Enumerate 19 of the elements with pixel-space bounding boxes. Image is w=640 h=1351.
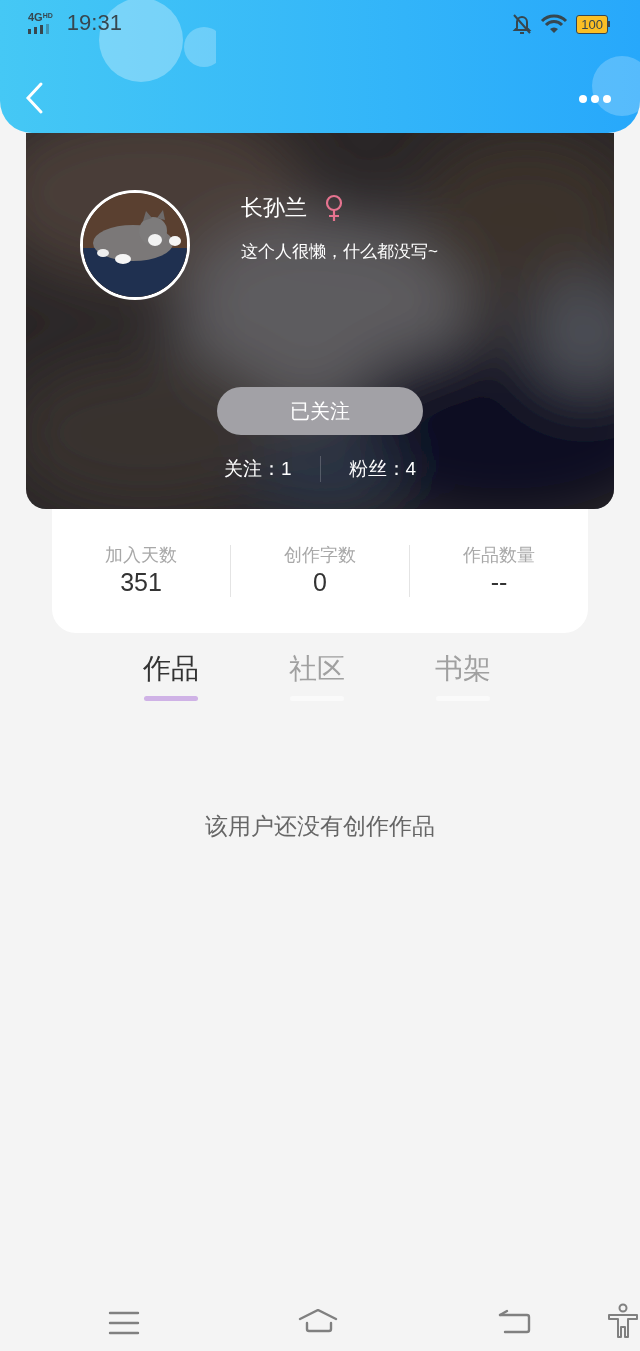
network-label: 4G [28,12,43,23]
stat-value: 351 [120,566,162,598]
accessibility-button[interactable] [606,1303,640,1341]
stat-label: 创作字数 [284,544,356,567]
empty-message: 该用户还没有创作作品 [204,812,436,841]
stat-value: -- [490,566,508,598]
battery-level: 100 [576,14,608,34]
stat-label: 加入天数 [105,544,177,567]
back-nav-button[interactable] [498,1309,532,1335]
tab[interactable]: 作品 [143,651,199,701]
bubble-decoration-drawing [592,56,640,116]
stat-label: 作品数量 [463,544,535,567]
wifi-icon [540,14,569,34]
signal-icon [28,24,50,34]
status-time: 19:31 [66,12,122,34]
more-button[interactable] [578,92,612,106]
muted-bell-icon [512,13,533,35]
menu-button[interactable] [108,1311,140,1335]
stat-value: 0 [313,566,327,598]
